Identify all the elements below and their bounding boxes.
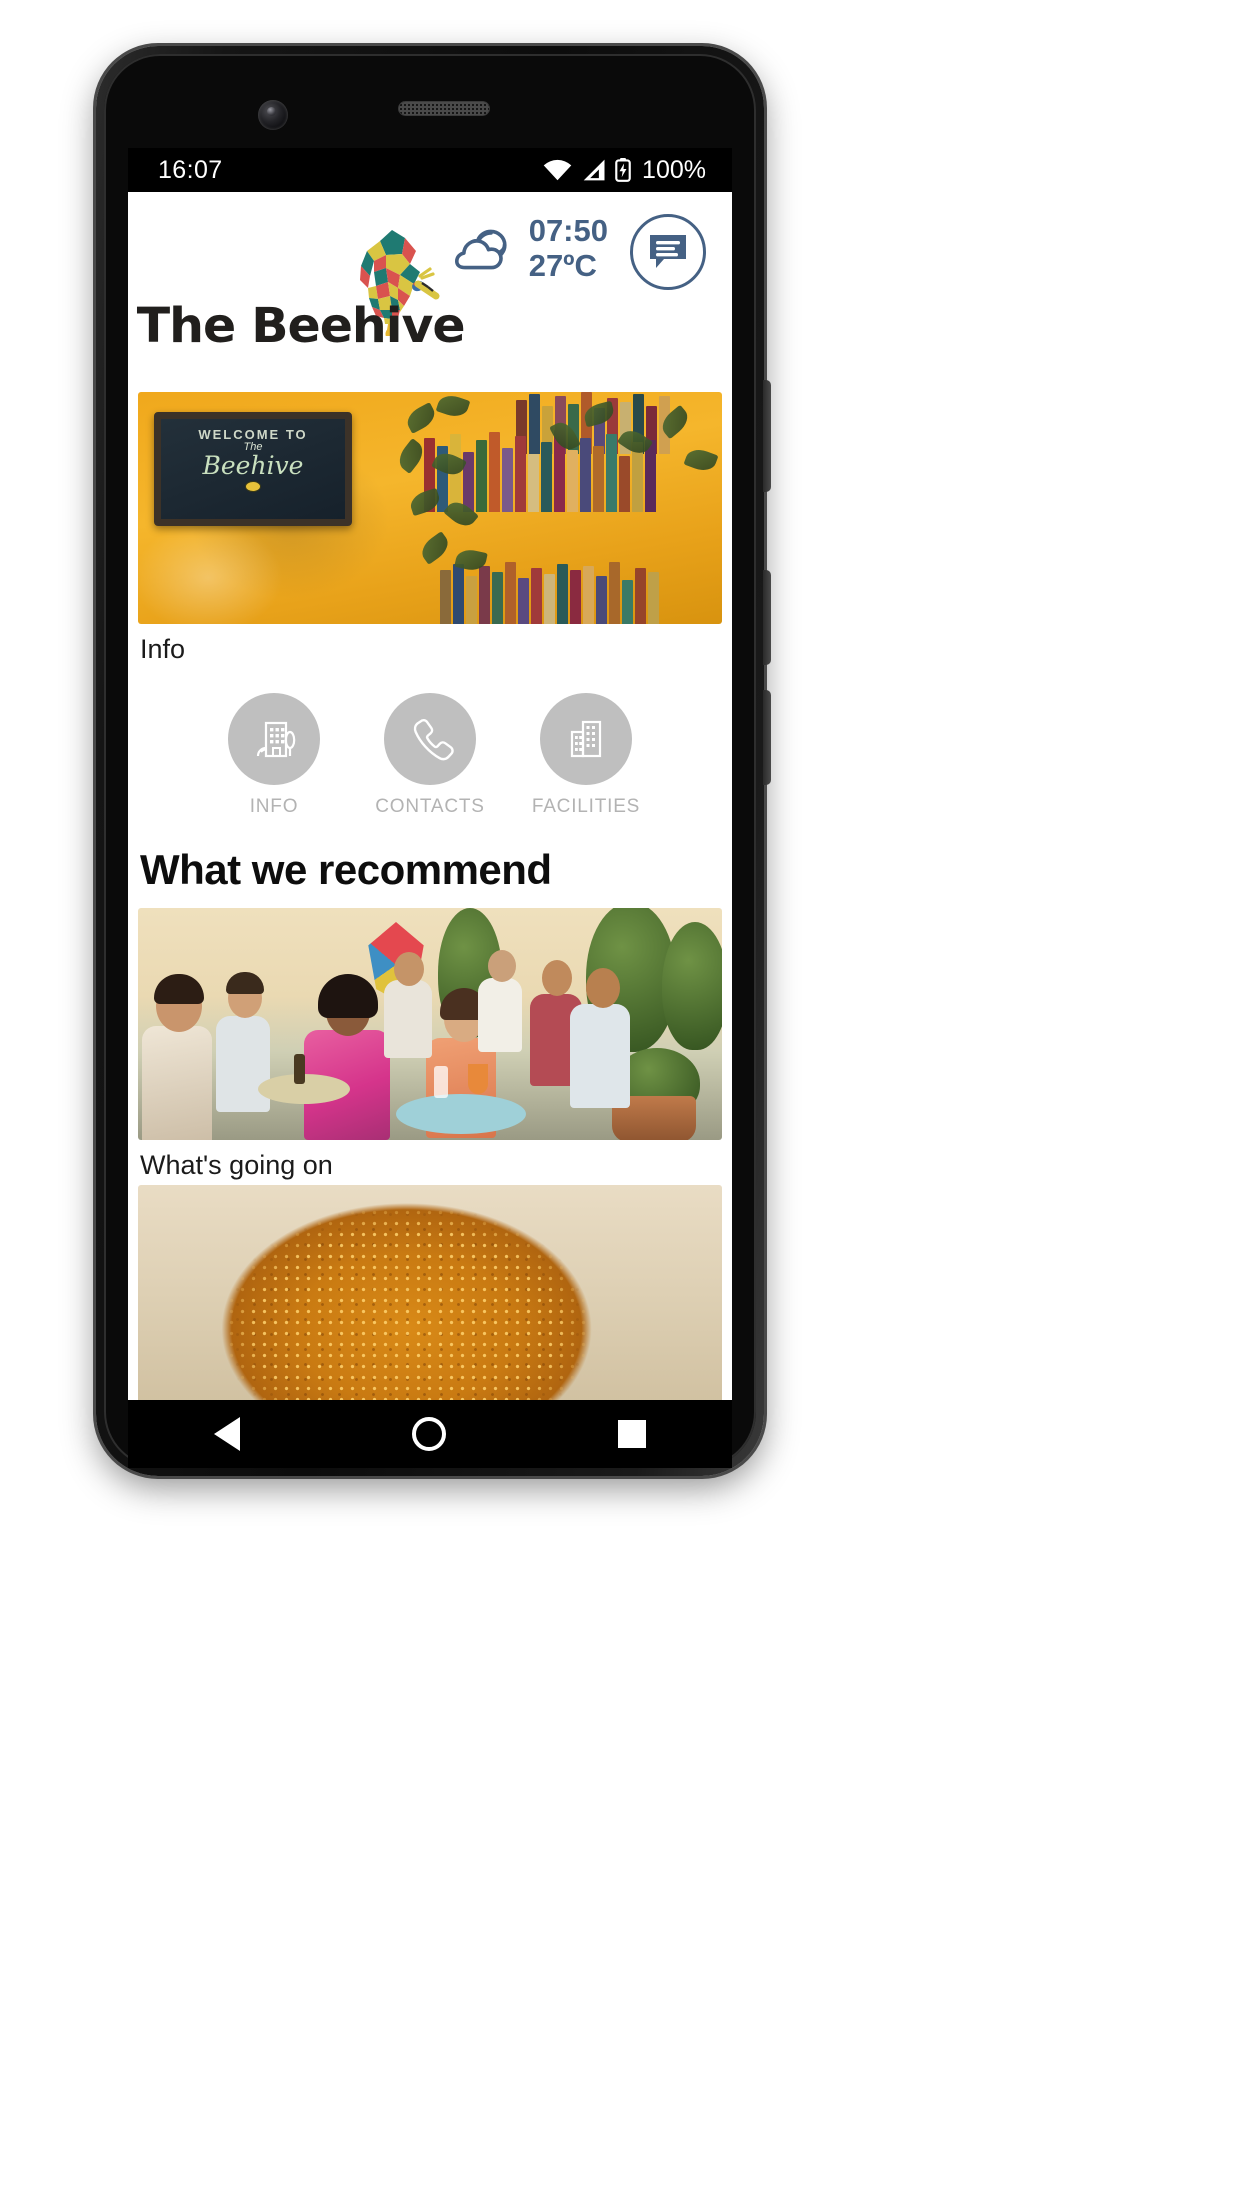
- person-hair: [154, 974, 204, 1004]
- status-bar-clock: 16:07: [158, 155, 223, 184]
- power-button[interactable]: [763, 380, 771, 492]
- drink-glass: [468, 1064, 488, 1094]
- building-info-icon: [256, 721, 296, 758]
- cellular-signal-icon: [583, 159, 605, 181]
- page-title: The Beehive: [136, 298, 466, 354]
- fried-food-image[interactable]: [138, 1185, 722, 1400]
- card-caption-whats-going-on: What's going on: [140, 1150, 333, 1180]
- weather-time: 07:50: [528, 213, 608, 248]
- quick-action-facilities-label: FACILITIES: [531, 796, 641, 817]
- earpiece-speaker: [398, 101, 490, 116]
- cloudy-icon: [454, 229, 507, 270]
- person-head: [394, 952, 424, 986]
- home-button[interactable]: [412, 1417, 446, 1451]
- person: [216, 1016, 270, 1112]
- front-camera-icon: [258, 100, 288, 130]
- table: [396, 1094, 526, 1134]
- person: [142, 1026, 212, 1140]
- status-bar: 16:07 100%: [128, 148, 732, 192]
- phone-screen: 16:07 100% 07:50 27ºC The Beehive WELCOM…: [128, 148, 732, 1400]
- plant-leaf: [435, 392, 471, 421]
- welcome-sign-board: WELCOME TO The Beehive: [154, 412, 352, 526]
- welcome-sign-line3: Beehive: [202, 451, 304, 480]
- person-hair: [318, 974, 378, 1018]
- status-bar-icons: 100%: [543, 156, 706, 185]
- card-food[interactable]: [138, 1185, 722, 1400]
- app-header: 07:50 27ºC The Beehive: [128, 192, 732, 392]
- quick-actions-row: INFO CONTACTS FACILITIES: [128, 669, 732, 832]
- quick-action-contacts[interactable]: CONTACTS: [372, 693, 488, 818]
- quick-action-facilities[interactable]: FACILITIES: [528, 693, 644, 818]
- food-texture: [138, 1185, 722, 1400]
- card-whats-going-on[interactable]: What's going on: [138, 908, 722, 1185]
- bee-icon: [246, 482, 260, 491]
- card-info[interactable]: WELCOME TO The Beehive Info: [138, 392, 722, 669]
- person: [478, 978, 522, 1052]
- quick-action-facilities-circle[interactable]: [540, 693, 632, 785]
- person: [570, 1004, 630, 1108]
- quick-action-info[interactable]: INFO: [216, 693, 332, 818]
- office-building-icon: [570, 720, 602, 758]
- person: [384, 980, 432, 1058]
- battery-charging-icon: [615, 158, 631, 182]
- main-content: WELCOME TO The Beehive Info INFO CONTACT…: [128, 392, 732, 1400]
- weather-widget[interactable]: 07:50 27ºC: [451, 213, 608, 283]
- person-head: [586, 968, 620, 1008]
- weather-temperature: 27ºC: [528, 247, 597, 283]
- back-button[interactable]: [214, 1417, 240, 1451]
- drink-glass: [434, 1066, 448, 1098]
- weather-readout: 07:50 27ºC: [528, 213, 608, 283]
- welcome-wall-image[interactable]: WELCOME TO The Beehive: [138, 392, 722, 624]
- chat-message-icon: [650, 235, 686, 268]
- android-navigation-bar: [128, 1400, 732, 1468]
- card-caption-info: Info: [140, 634, 186, 664]
- person-head: [488, 950, 516, 982]
- quick-action-contacts-label: CONTACTS: [375, 796, 485, 817]
- quick-action-info-circle[interactable]: [228, 693, 320, 785]
- chat-button[interactable]: [630, 214, 706, 290]
- plant: [662, 922, 722, 1050]
- volume-up-button[interactable]: [763, 570, 771, 665]
- courtyard-guests-image[interactable]: [138, 908, 722, 1140]
- battery-percentage-label: 100%: [642, 155, 706, 184]
- wifi-icon: [543, 159, 572, 181]
- recents-button[interactable]: [618, 1420, 646, 1448]
- plant-leaf: [683, 445, 719, 475]
- phone-handset-icon: [413, 719, 454, 761]
- volume-down-button[interactable]: [763, 690, 771, 785]
- person-head: [542, 960, 572, 996]
- quick-action-info-label: INFO: [249, 796, 299, 817]
- person-hair: [226, 972, 264, 994]
- welcome-sign-line1: WELCOME TO: [198, 427, 308, 442]
- section-heading-recommend: What we recommend: [140, 846, 552, 893]
- plant-leaf: [393, 438, 429, 474]
- bottle: [294, 1054, 305, 1084]
- quick-action-contacts-circle[interactable]: [384, 693, 476, 785]
